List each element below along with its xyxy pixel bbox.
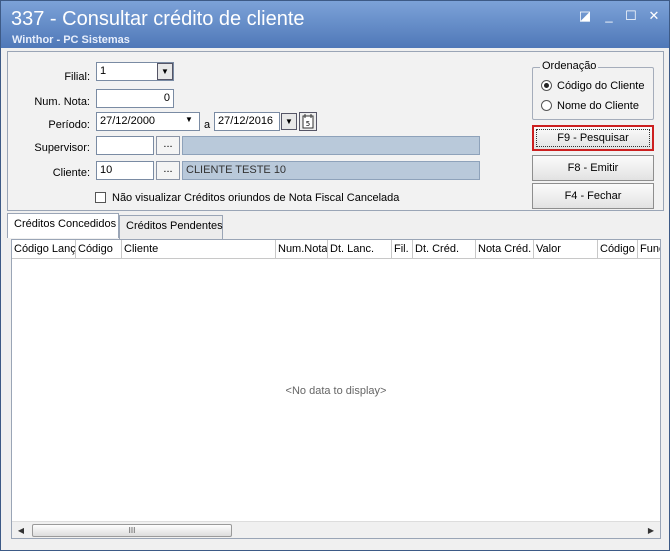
ordenacao-legend: Ordenação [540,60,599,72]
radio-nome-cliente[interactable] [541,100,552,111]
nf-cancelada-label: Não visualizar Créditos oriundos de Nota… [112,192,400,204]
col-header-codigo[interactable]: Código [76,240,122,258]
col-header-valor[interactable]: Valor [534,240,598,258]
cliente-lookup-button[interactable]: ... [156,161,180,180]
tab-creditos-concedidos-label: Créditos Concedidos [14,218,117,230]
window-title: 337 - Consultar crédito de cliente [11,8,305,30]
tab-creditos-pendentes[interactable]: Créditos Pendentes [119,215,223,239]
fechar-button[interactable]: F4 - Fechar [532,183,654,209]
tab-creditos-concedidos[interactable]: Créditos Concedidos [7,213,119,238]
col-header-fil[interactable]: Fil. [392,240,413,258]
periodo-label: Período: [48,119,90,131]
cliente-code-value: 10 [100,164,113,176]
periodo-end-input[interactable]: 27/12/2016 [214,112,280,131]
cliente-name-value: CLIENTE TESTE 10 [186,164,287,176]
chevron-down-icon: ▼ [161,67,169,76]
periodo-end-value: 27/12/2016 [218,115,274,127]
calendar-icon[interactable]: 5 [299,112,317,131]
pesquisar-button[interactable]: F9 - Pesquisar [532,125,654,151]
col-header-nota-cred[interactable]: Nota Créd. [476,240,534,258]
cliente-name-field: CLIENTE TESTE 10 [182,161,480,180]
tab-creditos-pendentes-label: Créditos Pendentes [126,220,223,232]
supervisor-name-field [182,136,480,155]
window-subtitle: Winthor - PC Sistemas [12,34,130,46]
emitir-button-label: F8 - Emitir [567,162,619,174]
col-header-dt-lanc[interactable]: Dt. Lanc. [328,240,392,258]
svg-text:5: 5 [306,120,310,128]
filial-label: Filial: [64,71,90,83]
filial-value: 1 [100,65,107,77]
title-bar[interactable]: 337 - Consultar crédito de cliente Winth… [1,1,669,48]
periodo-separator: a [204,119,211,131]
periodo-start-value: 27/12/2000 [100,115,156,127]
col-header-func[interactable]: Func [638,240,660,258]
scroll-right-icon[interactable]: ▶ [644,524,658,537]
num-nota-label: Num. Nota: [34,96,90,108]
col-header-num-nota[interactable]: Num.Nota [276,240,328,258]
app-window: 337 - Consultar crédito de cliente Winth… [0,0,670,551]
horizontal-scrollbar[interactable]: ◀ III ▶ [12,521,660,538]
col-header-codigo-lanc[interactable]: Código Lanç [12,240,76,258]
emitir-button[interactable]: F8 - Emitir [532,155,654,181]
supervisor-lookup-button[interactable]: ... [156,136,180,155]
num-nota-input[interactable]: 0 [96,89,174,108]
cliente-code-input[interactable]: 10 [96,161,154,180]
minimize-icon[interactable]: _ [602,9,616,23]
restore-icon[interactable]: ◪ [578,9,592,23]
supervisor-label: Supervisor: [34,142,90,154]
creditos-grid[interactable]: Código Lanç Código Cliente Num.Nota Dt. … [11,239,661,539]
cliente-label: Cliente: [52,167,90,179]
radio-nome-cliente-label: Nome do Cliente [557,100,639,112]
grid-header: Código Lanç Código Cliente Num.Nota Dt. … [12,240,660,259]
nf-cancelada-checkbox[interactable] [95,192,106,203]
col-header-codigo-2[interactable]: Código [598,240,638,258]
periodo-start-dropdown-icon[interactable]: ▼ [185,115,193,124]
empty-grid-message: <No data to display> [285,385,387,397]
col-header-cliente[interactable]: Cliente [122,240,276,258]
num-nota-value: 0 [163,92,170,104]
supervisor-code-input[interactable] [96,136,154,155]
radio-codigo-cliente[interactable] [541,80,552,91]
filter-panel: Filial: 1 ▼ Num. Nota: 0 Período: 27/12/… [7,51,664,211]
filial-dropdown-button[interactable]: ▼ [157,63,173,80]
fechar-button-label: F4 - Fechar [564,190,622,202]
scroll-left-icon[interactable]: ◀ [14,524,28,537]
close-icon[interactable]: ✕ [647,9,661,23]
chevron-down-icon: ▼ [285,117,293,126]
periodo-end-dropdown-button[interactable]: ▼ [281,113,297,130]
radio-codigo-cliente-label: Código do Cliente [557,80,645,92]
maximize-icon[interactable]: ☐ [624,9,638,23]
col-header-dt-cred[interactable]: Dt. Créd. [413,240,476,258]
pesquisar-button-label: F9 - Pesquisar [536,129,650,147]
scrollbar-thumb[interactable]: III [32,524,232,537]
ordenacao-group: Ordenação Código do Cliente Nome do Clie… [532,60,654,120]
